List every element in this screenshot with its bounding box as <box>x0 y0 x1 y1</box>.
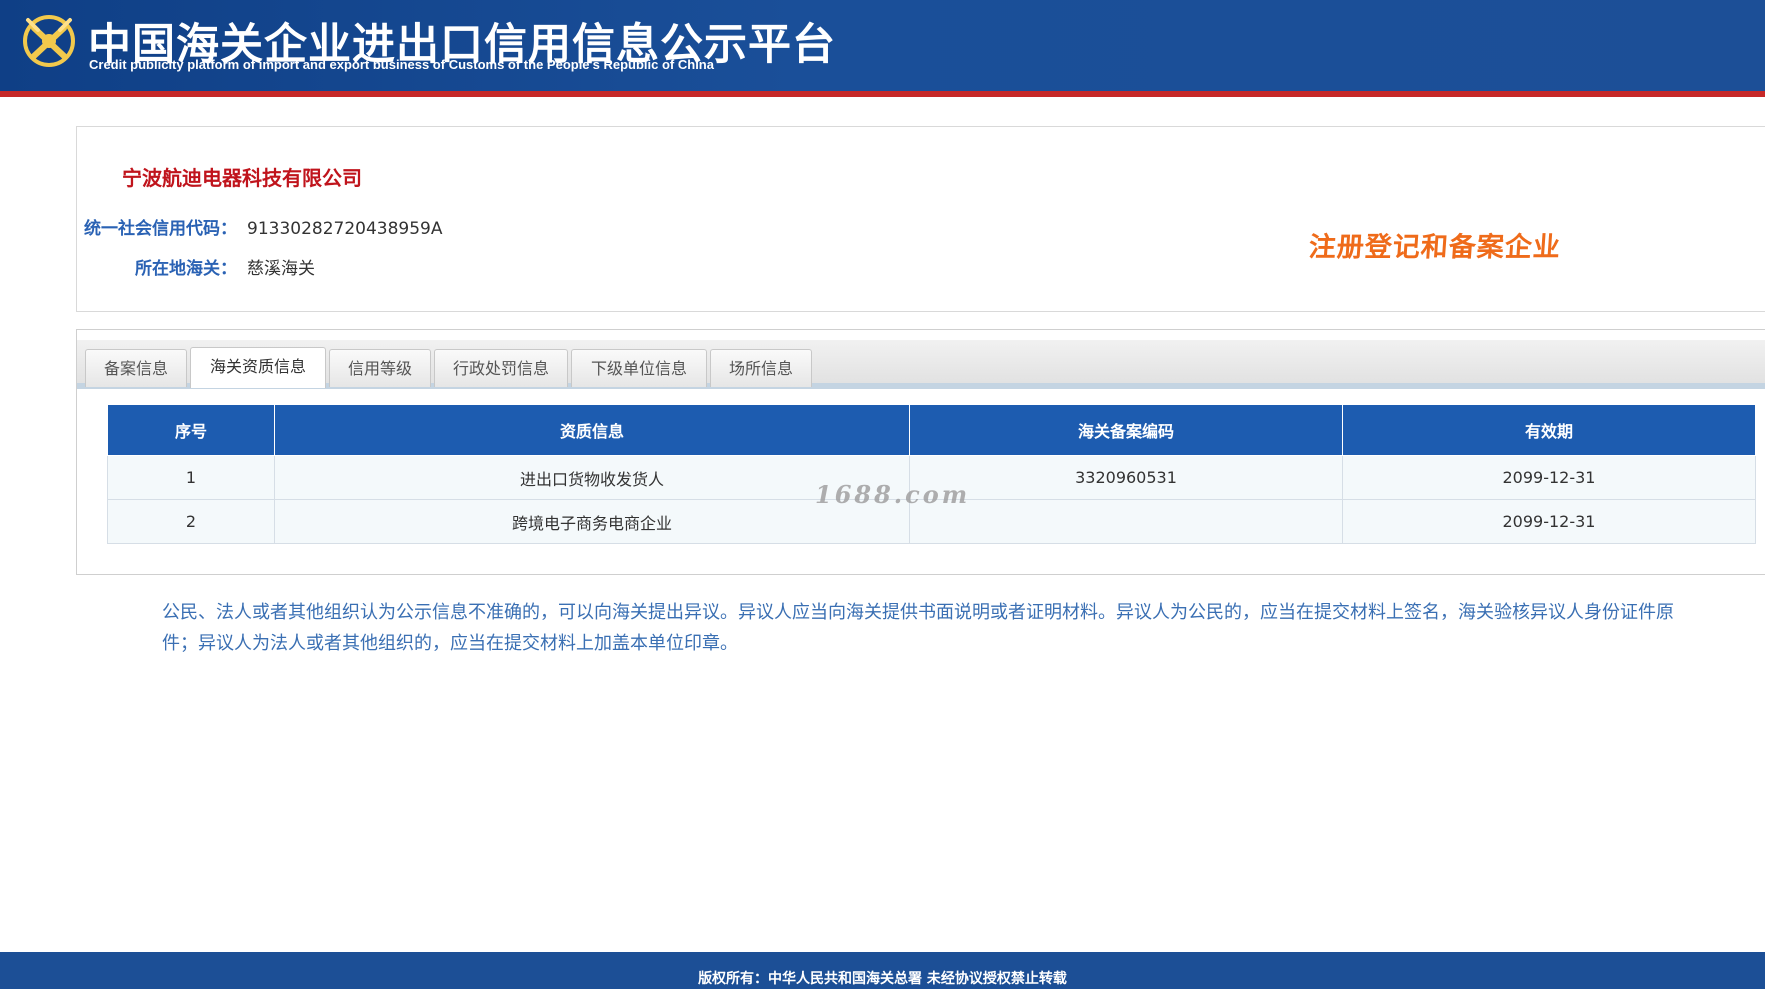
customs-row: 所在地海关： 慈溪海关 <box>77 254 315 279</box>
cell-customs-code <box>909 499 1343 544</box>
cell-qualification: 进出口货物收发货人 <box>274 455 910 500</box>
customs-value: 慈溪海关 <box>247 259 315 279</box>
cell-validity: 2099-12-31 <box>1342 499 1756 544</box>
table-row: 1 进出口货物收发货人 3320960531 2099-12-31 <box>107 455 1756 500</box>
col-header-validity: 有效期 <box>1342 405 1756 456</box>
tab-credit-rating[interactable]: 信用等级 <box>329 349 431 387</box>
col-header-index: 序号 <box>107 405 275 456</box>
customs-emblem-icon <box>23 15 75 67</box>
table-header-row: 序号 资质信息 海关备案编码 有效期 <box>107 405 1756 456</box>
tab-customs-qualification[interactable]: 海关资质信息 <box>190 347 326 388</box>
site-header: 中国海关企业进出口信用信息公示平台 Credit publicity platf… <box>0 0 1765 97</box>
cell-index: 1 <box>107 455 275 500</box>
credit-code-value: 91330282720438959A <box>247 219 443 239</box>
credit-code-label: 统一社会信用代码： <box>84 219 237 239</box>
cell-validity: 2099-12-31 <box>1342 455 1756 500</box>
table-row: 2 跨境电子商务电商企业 2099-12-31 <box>107 499 1756 544</box>
site-subtitle: Credit publicity platform of import and … <box>89 57 714 72</box>
company-info-panel: 宁波航迪电器科技有限公司 统一社会信用代码： 91330282720438959A… <box>76 126 1765 312</box>
tab-bar: 备案信息 海关资质信息 信用等级 行政处罚信息 下级单位信息 场所信息 <box>77 340 1765 389</box>
tab-filing-info[interactable]: 备案信息 <box>85 349 187 387</box>
site-footer: 版权所有：中华人民共和国海关总署 未经协议授权禁止转载 <box>0 952 1765 989</box>
tab-subunit-info[interactable]: 下级单位信息 <box>571 349 707 387</box>
cell-qualification: 跨境电子商务电商企业 <box>274 499 910 544</box>
credit-code-row: 统一社会信用代码： 91330282720438959A <box>77 214 443 239</box>
tab-penalty-info[interactable]: 行政处罚信息 <box>434 349 568 387</box>
tab-site-info[interactable]: 场所信息 <box>710 349 812 387</box>
col-header-customs-code: 海关备案编码 <box>909 405 1343 456</box>
qualification-table: 序号 资质信息 海关备案编码 有效期 1 进出口货物收发货人 332096053… <box>107 405 1756 544</box>
tab-panel: 备案信息 海关资质信息 信用等级 行政处罚信息 下级单位信息 场所信息 序号 资… <box>76 329 1765 575</box>
cell-customs-code: 3320960531 <box>909 455 1343 500</box>
objection-notice: 公民、法人或者其他组织认为公示信息不准确的，可以向海关提出异议。异议人应当向海关… <box>162 602 1674 654</box>
col-header-qualification: 资质信息 <box>274 405 910 456</box>
status-stamp: 注册登记和备案企业 <box>1307 232 1562 263</box>
customs-label: 所在地海关： <box>135 259 237 279</box>
cell-index: 2 <box>107 499 275 544</box>
company-name: 宁波航迪电器科技有限公司 <box>122 166 362 190</box>
